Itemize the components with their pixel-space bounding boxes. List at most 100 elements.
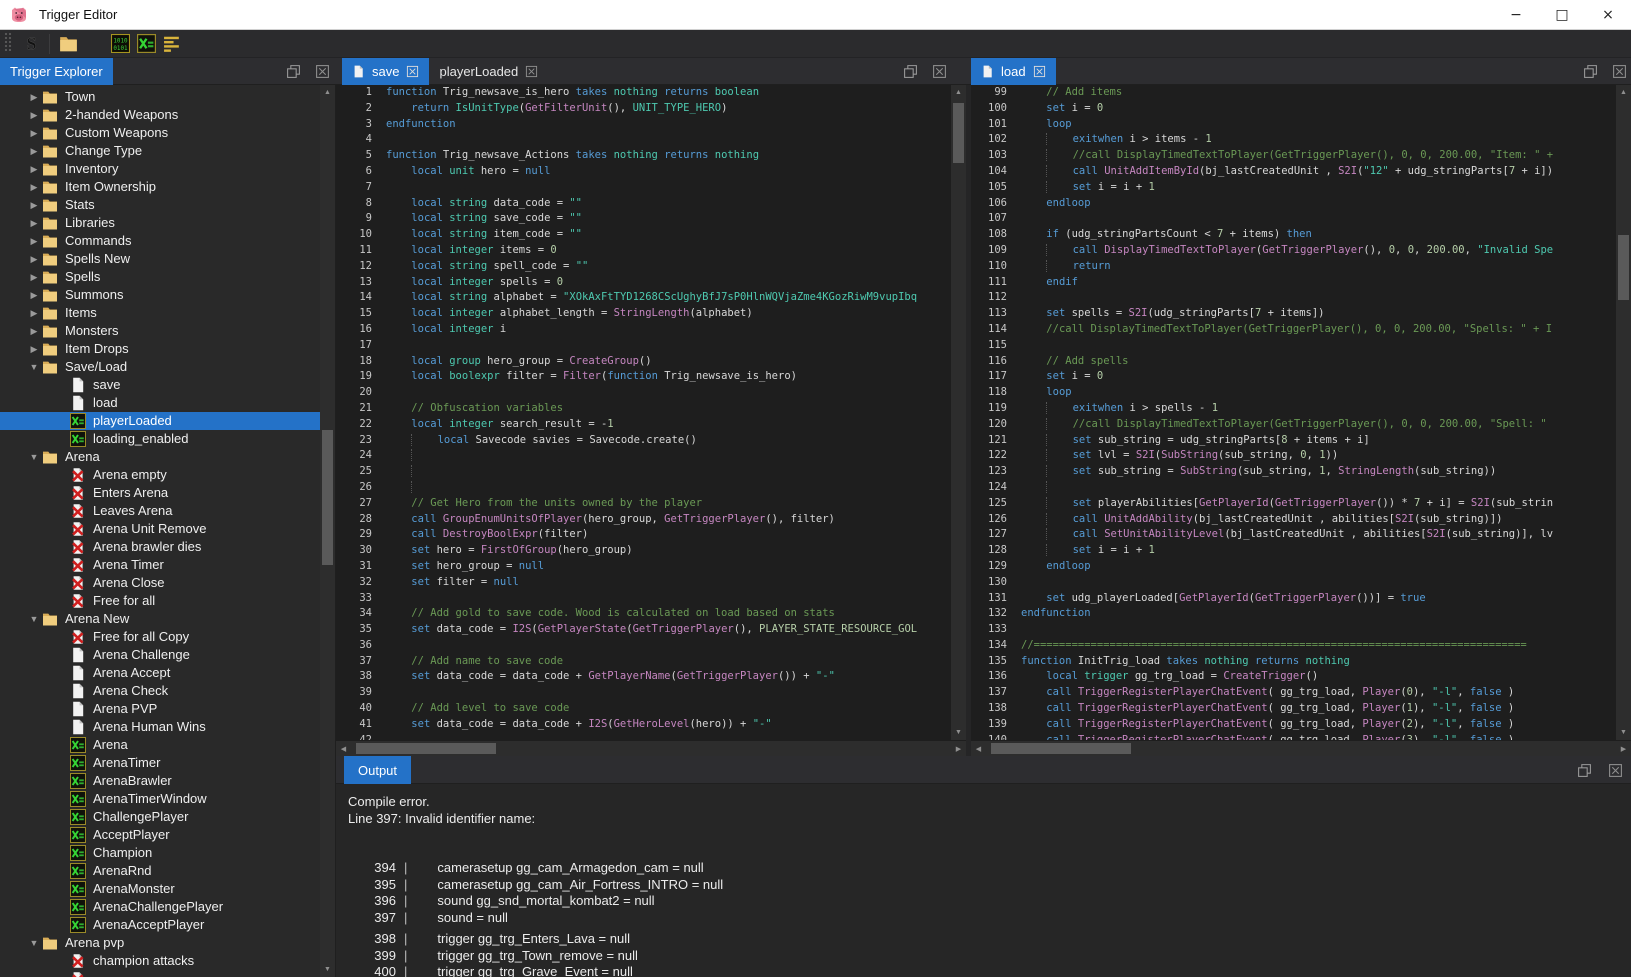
scroll-down-icon[interactable]: ▼ [1616, 725, 1631, 740]
expand-arrow-icon[interactable]: ▶ [26, 322, 42, 340]
expand-arrow-icon[interactable]: ▶ [26, 214, 42, 232]
tree-item-arena[interactable]: ▼Arena [0, 448, 320, 466]
close-tab-icon[interactable] [525, 65, 538, 78]
close-pane-icon[interactable] [1608, 763, 1623, 783]
tree-item-champion[interactable]: Champion [0, 844, 320, 862]
scroll-thumb[interactable] [953, 103, 964, 163]
tree-item-custom-weapons[interactable]: ▶Custom Weapons [0, 124, 320, 142]
collapse-arrow-icon[interactable]: ▼ [26, 358, 42, 376]
expand-arrow-icon[interactable]: ▶ [26, 304, 42, 322]
collapse-arrow-icon[interactable]: ▼ [26, 934, 42, 952]
tree-item-arenatimerwindow[interactable]: ArenaTimerWindow [0, 790, 320, 808]
float-pane-icon[interactable] [1577, 763, 1592, 783]
editor-horizontal-scrollbar[interactable]: ◀ ▶ [971, 741, 1631, 756]
explorer-vertical-scrollbar[interactable]: ▲ ▼ [320, 85, 335, 977]
code-editor-load[interactable]: 99 // Add items100 set i = 0101 loop102 … [971, 85, 1616, 740]
tree-item-save[interactable]: save [0, 376, 320, 394]
scroll-right-icon[interactable]: ▶ [951, 741, 966, 756]
tree-item-arenamonster[interactable]: ArenaMonster [0, 880, 320, 898]
tree-item-commands[interactable]: ▶Commands [0, 232, 320, 250]
tree-item-loading-enabled[interactable]: loading_enabled [0, 430, 320, 448]
tree-item-arena-pvp[interactable]: ▼Arena pvp [0, 934, 320, 952]
tree-item-challengeplayer[interactable]: ChallengePlayer [0, 808, 320, 826]
expand-arrow-icon[interactable]: ▶ [26, 142, 42, 160]
folder-icon[interactable] [55, 32, 81, 56]
tree-item-monsters[interactable]: ▶Monsters [0, 322, 320, 340]
scroll-up-icon[interactable]: ▲ [320, 85, 335, 100]
maximize-button[interactable]: □ [1539, 0, 1585, 30]
close-tab-icon[interactable] [406, 65, 419, 78]
tree-item-arenabrawler[interactable]: ArenaBrawler [0, 772, 320, 790]
tree-item-arena-human-wins[interactable]: Arena Human Wins [0, 718, 320, 736]
scroll-thumb[interactable] [356, 743, 496, 754]
collapse-arrow-icon[interactable]: ▼ [26, 448, 42, 466]
tree-item[interactable] [0, 970, 320, 977]
expand-arrow-icon[interactable]: ▶ [26, 196, 42, 214]
close-tab-icon[interactable] [1033, 65, 1046, 78]
editor-vertical-scrollbar[interactable]: ▲ ▼ [951, 85, 966, 740]
tree-item-arena-close[interactable]: Arena Close [0, 574, 320, 592]
scroll-up-icon[interactable]: ▲ [951, 85, 966, 100]
tree-item-playerloaded[interactable]: playerLoaded [0, 412, 320, 430]
expand-arrow-icon[interactable]: ▶ [26, 88, 42, 106]
tree-item-enters-arena[interactable]: Enters Arena [0, 484, 320, 502]
tree-item-arena-check[interactable]: Arena Check [0, 682, 320, 700]
tree-item-arena-new[interactable]: ▼Arena New [0, 610, 320, 628]
scroll-thumb[interactable] [1618, 235, 1629, 300]
expand-arrow-icon[interactable]: ▶ [26, 106, 42, 124]
close-pane-icon[interactable] [1612, 64, 1627, 84]
tree-item-town[interactable]: ▶Town [0, 88, 320, 106]
collapse-arrow-icon[interactable]: ▼ [26, 610, 42, 628]
scroll-thumb[interactable] [322, 430, 333, 565]
scroll-up-icon[interactable]: ▲ [1616, 85, 1631, 100]
float-pane-icon[interactable] [1583, 64, 1598, 84]
tab-trigger-explorer[interactable]: Trigger Explorer [0, 58, 113, 85]
tab-save[interactable]: save [342, 58, 429, 85]
tree-item-arena-brawler-dies[interactable]: Arena brawler dies [0, 538, 320, 556]
scroll-thumb[interactable] [991, 743, 1131, 754]
toolbar-grip-icon[interactable] [4, 31, 12, 56]
tree-item-arena-empty[interactable]: Arena empty [0, 466, 320, 484]
binary-doc-icon[interactable]: 10100101 [107, 32, 133, 56]
expand-arrow-icon[interactable]: ▶ [26, 250, 42, 268]
tree-item-arena-accept[interactable]: Arena Accept [0, 664, 320, 682]
tree-item-champion-attacks[interactable]: champion attacks [0, 952, 320, 970]
tree-item-arenatimer[interactable]: ArenaTimer [0, 754, 320, 772]
variable-doc-icon[interactable] [133, 32, 159, 56]
scroll-down-icon[interactable]: ▼ [951, 725, 966, 740]
expand-arrow-icon[interactable]: ▶ [26, 178, 42, 196]
tree-item-load[interactable]: load [0, 394, 320, 412]
float-pane-icon[interactable] [286, 64, 301, 84]
tree-item-spells-new[interactable]: ▶Spells New [0, 250, 320, 268]
tree-item-arena-timer[interactable]: Arena Timer [0, 556, 320, 574]
scroll-down-icon[interactable]: ▼ [320, 962, 335, 977]
scroll-left-icon[interactable]: ◀ [336, 741, 351, 756]
tree-item-free-for-all[interactable]: Free for all [0, 592, 320, 610]
tree-item-stats[interactable]: ▶Stats [0, 196, 320, 214]
tree-item-arena-unit-remove[interactable]: Arena Unit Remove [0, 520, 320, 538]
tree-item-arenarnd[interactable]: ArenaRnd [0, 862, 320, 880]
tree-item-arena[interactable]: Arena [0, 736, 320, 754]
tree-item-summons[interactable]: ▶Summons [0, 286, 320, 304]
scroll-right-icon[interactable]: ▶ [1616, 741, 1631, 756]
tree-item-inventory[interactable]: ▶Inventory [0, 160, 320, 178]
tree-item-arena-challenge[interactable]: Arena Challenge [0, 646, 320, 664]
tree-item-item-drops[interactable]: ▶Item Drops [0, 340, 320, 358]
editor-vertical-scrollbar[interactable]: ▲ ▼ [1616, 85, 1631, 740]
list-icon[interactable] [159, 32, 185, 56]
tree-item-change-type[interactable]: ▶Change Type [0, 142, 320, 160]
close-pane-icon[interactable] [315, 64, 330, 84]
code-editor-save[interactable]: 1function Trig_newsave_is_hero takes not… [336, 85, 951, 740]
tree-item-leaves-arena[interactable]: Leaves Arena [0, 502, 320, 520]
tree-item-arenaacceptplayer[interactable]: ArenaAcceptPlayer [0, 916, 320, 934]
tree-item-spells[interactable]: ▶Spells [0, 268, 320, 286]
tree-item-save-load[interactable]: ▼Save/Load [0, 358, 320, 376]
new-doc-icon[interactable] [81, 32, 107, 56]
close-pane-icon[interactable] [932, 64, 947, 84]
expand-arrow-icon[interactable]: ▶ [26, 268, 42, 286]
editor-horizontal-scrollbar[interactable]: ◀ ▶ [336, 741, 966, 756]
expand-arrow-icon[interactable]: ▶ [26, 124, 42, 142]
tree-item-items[interactable]: ▶Items [0, 304, 320, 322]
tab-load[interactable]: load [971, 58, 1056, 85]
float-pane-icon[interactable] [903, 64, 918, 84]
